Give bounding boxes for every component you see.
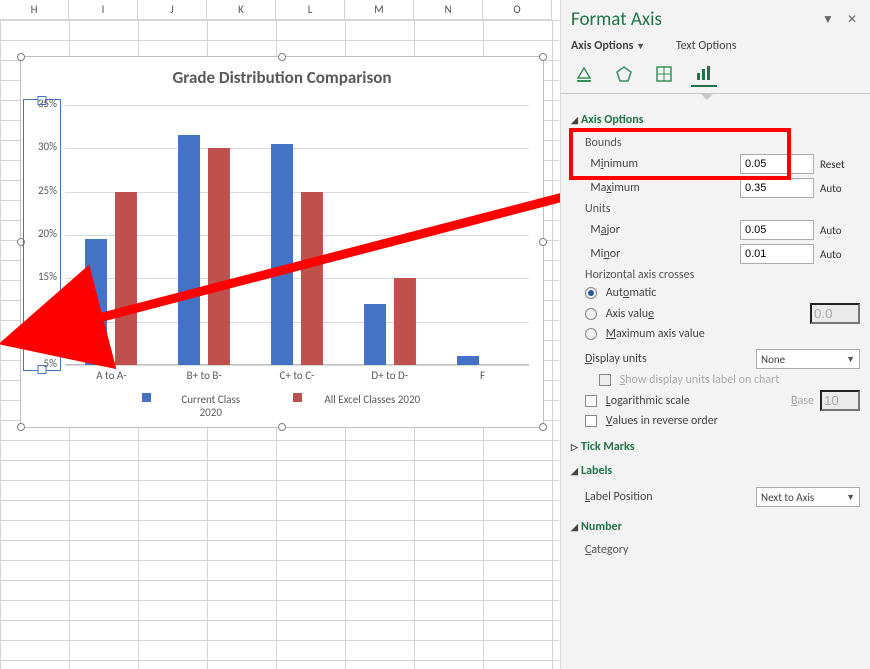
display-units-select[interactable]: None▼ — [756, 349, 860, 369]
tab-text-options[interactable]: Text Options — [676, 39, 737, 53]
bar[interactable] — [271, 144, 293, 365]
x-axis-labels: A to A-B+ to B-C+ to C-D+ to D-F — [65, 369, 529, 382]
y-tick-label: 30% — [27, 140, 57, 153]
pane-title: Format Axis — [571, 8, 812, 31]
minor-label: Minor — [585, 247, 740, 261]
crosses-header: Horizontal axis crosses — [585, 268, 860, 282]
major-input[interactable] — [740, 220, 814, 240]
task-pane-options-icon[interactable]: ▼ — [820, 12, 836, 27]
spreadsheet-grid: HIJKLMNO Grade Distribution Comparison 3… — [0, 0, 559, 669]
units-header: Units — [585, 202, 860, 216]
section-tick-marks[interactable]: ▷Tick Marks — [571, 437, 862, 457]
resize-handle[interactable] — [539, 423, 547, 431]
bar[interactable] — [394, 278, 416, 365]
y-tick-label: 20% — [27, 227, 57, 240]
bar[interactable] — [178, 135, 200, 365]
plot-area[interactable] — [65, 105, 529, 365]
legend-swatch-icon — [142, 393, 151, 402]
show-display-units-check: Show display units label on chart — [599, 373, 860, 387]
format-axis-pane: Format Axis ▼ ✕ Axis Options ▼ Text Opti… — [560, 0, 870, 669]
size-properties-icon[interactable] — [651, 61, 677, 87]
tab-axis-options[interactable]: Axis Options ▼ — [571, 39, 653, 53]
column-header[interactable]: L — [276, 0, 345, 20]
column-header[interactable]: I — [69, 0, 138, 20]
x-tick-label: F — [436, 369, 529, 382]
legend-item[interactable]: Current Class 2020 — [132, 393, 261, 419]
resize-handle[interactable] — [539, 238, 547, 246]
label-position-label: Label Position — [585, 490, 756, 504]
column-header[interactable]: O — [483, 0, 552, 20]
major-auto-button[interactable]: Auto — [820, 224, 860, 237]
bar[interactable] — [301, 192, 323, 365]
maximum-auto-button[interactable]: Auto — [820, 182, 860, 195]
minor-auto-button[interactable]: Auto — [820, 248, 860, 261]
y-tick-label: 25% — [27, 184, 57, 197]
bar[interactable] — [85, 239, 107, 365]
y-tick-label: 15% — [27, 270, 57, 283]
effects-icon[interactable] — [611, 61, 637, 87]
x-tick-label: A to A- — [65, 369, 158, 382]
display-units-label: Display units — [585, 352, 756, 366]
pane-scroll[interactable]: ◢Axis Options Bounds Minimum Reset Maxim… — [561, 100, 870, 669]
column-header[interactable]: K — [207, 0, 276, 20]
minor-input[interactable] — [740, 244, 814, 264]
bar[interactable] — [457, 356, 479, 365]
close-icon[interactable]: ✕ — [844, 12, 860, 27]
legend-swatch-icon — [293, 393, 302, 402]
legend[interactable]: Current Class 2020 All Excel Classes 202… — [21, 393, 543, 419]
log-base-input — [820, 390, 860, 411]
crosses-auto-radio[interactable]: Automatic — [585, 286, 860, 300]
column-header[interactable]: M — [345, 0, 414, 20]
maximum-label: Maximum — [585, 181, 740, 195]
chart-object[interactable]: Grade Distribution Comparison 35% 30% 25% 2… — [20, 56, 544, 428]
resize-handle[interactable] — [539, 53, 547, 61]
minimum-reset-button[interactable]: Reset — [820, 158, 860, 171]
x-tick-label: D+ to D- — [343, 369, 436, 382]
section-labels[interactable]: ◢Labels — [571, 461, 862, 481]
maximum-input[interactable] — [740, 178, 814, 198]
major-label: Major — [585, 223, 740, 237]
bar[interactable] — [364, 304, 386, 365]
number-category-label: Category — [585, 543, 860, 557]
callout-box — [569, 128, 791, 180]
resize-handle[interactable] — [17, 423, 25, 431]
resize-handle[interactable] — [278, 423, 286, 431]
chart-title[interactable]: Grade Distribution Comparison — [21, 67, 543, 88]
axis-options-icon[interactable] — [691, 61, 717, 87]
log-scale-check[interactable]: Logarithmic scale Base — [585, 390, 860, 411]
label-position-select[interactable]: Next to Axis▼ — [756, 487, 860, 507]
section-number[interactable]: ◢Number — [571, 517, 862, 537]
crosses-max-radio[interactable]: Maximum axis value — [585, 327, 860, 341]
y-tick-label: 5% — [27, 357, 57, 370]
resize-handle[interactable] — [17, 53, 25, 61]
x-tick-label: C+ to C- — [251, 369, 344, 382]
column-header[interactable]: H — [0, 0, 69, 20]
bar[interactable] — [115, 192, 137, 365]
y-tick-label: 10% — [27, 314, 57, 327]
section-axis-options[interactable]: ◢Axis Options — [571, 110, 862, 130]
legend-item[interactable]: All Excel Classes 2020 — [283, 393, 432, 406]
resize-handle[interactable] — [278, 53, 286, 61]
x-tick-label: B+ to B- — [158, 369, 251, 382]
column-header[interactable]: J — [138, 0, 207, 20]
bar[interactable] — [208, 148, 230, 365]
crosses-value-input[interactable] — [810, 303, 860, 324]
y-tick-label: 35% — [27, 97, 57, 110]
reverse-order-check[interactable]: Values in reverse order — [585, 414, 860, 428]
fill-line-icon[interactable] — [571, 61, 597, 87]
crosses-value-radio[interactable]: Axis value — [585, 303, 860, 324]
column-header[interactable]: N — [414, 0, 483, 20]
